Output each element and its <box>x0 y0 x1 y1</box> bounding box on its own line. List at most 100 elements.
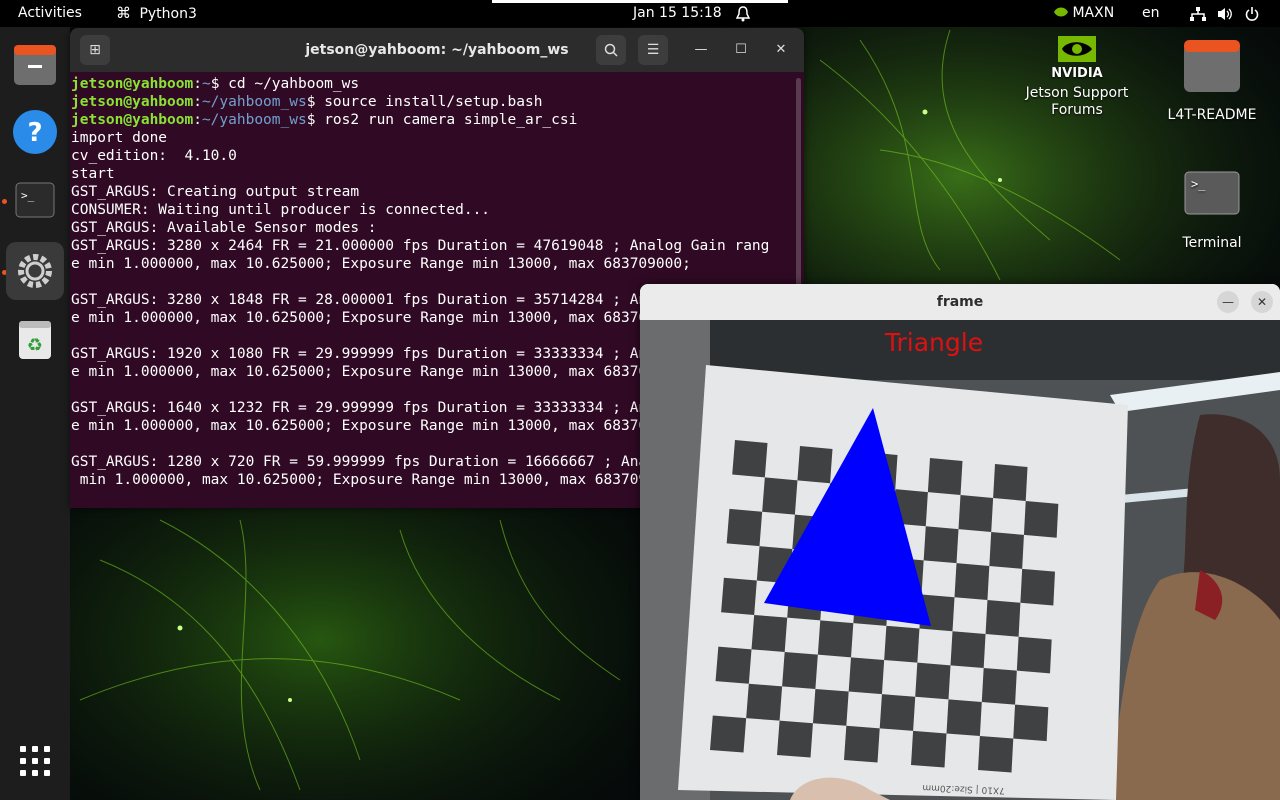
output-line: e min 1.000000, max 10.625000; Exposure … <box>71 256 691 272</box>
close-icon[interactable]: ✕ <box>771 40 791 60</box>
output-line: cv_edition: 4.10.0 <box>71 148 237 164</box>
app-grid-icon[interactable] <box>6 732 64 790</box>
checker-square <box>782 652 818 689</box>
checker-square <box>950 631 986 668</box>
desktop-icon-jetson-forums[interactable]: NVIDIA Jetson Support Forums <box>1018 34 1136 119</box>
checker-square <box>751 614 788 652</box>
checker-square <box>715 646 752 684</box>
prompt-line: jetson@yahboom:~/yahboom_ws$ ros2 run ca… <box>71 112 578 128</box>
checker-square <box>1016 636 1052 674</box>
checker-square <box>762 477 798 515</box>
checker-square <box>927 458 963 496</box>
terminal-titlebar[interactable]: ⊞ jetson@yahboom: ~/yahboom_ws ☰ — ☐ ✕ <box>70 28 804 72</box>
checker-square <box>844 725 880 763</box>
prompt-user: jetson@yahboom <box>71 94 194 110</box>
checker-square <box>911 730 947 768</box>
nvidia-logo-icon: NVIDIA <box>1051 36 1103 81</box>
checker-square <box>817 620 854 658</box>
trash-icon[interactable]: ♻ <box>6 311 64 369</box>
desktop-icon-label: L4T-README <box>1167 107 1257 123</box>
checker-square <box>915 662 951 700</box>
checker-square <box>884 625 920 663</box>
checker-square <box>993 464 1028 501</box>
output-line: import done <box>71 130 168 146</box>
prompt-user: jetson@yahboom <box>71 112 194 128</box>
checker-square <box>954 563 990 600</box>
files-icon[interactable] <box>6 37 64 95</box>
desktop-icon-label: Jetson Support <box>1025 85 1129 101</box>
bell-icon[interactable] <box>735 0 751 27</box>
checker-square <box>777 720 813 758</box>
shape-label: Triangle <box>884 328 983 357</box>
search-icon[interactable] <box>596 35 626 65</box>
hamburger-menu-icon[interactable]: ☰ <box>638 35 668 65</box>
prompt-user: jetson@yahboom <box>71 76 194 92</box>
power-mode-indicator[interactable]: MAXN <box>1054 0 1114 27</box>
checker-square <box>1020 568 1055 606</box>
checker-square <box>989 532 1024 569</box>
checker-square <box>985 600 1021 637</box>
frame-titlebar[interactable]: frame — ✕ <box>640 284 1280 321</box>
power-icon[interactable] <box>1245 0 1259 27</box>
volume-icon[interactable] <box>1217 0 1233 27</box>
output-line: GST_ARGUS: Available Sensor modes : <box>71 220 377 236</box>
checker-square <box>848 657 885 695</box>
checker-square <box>879 694 916 731</box>
minimize-icon[interactable]: — <box>1217 291 1239 313</box>
checker-square <box>710 715 747 753</box>
app-icon: ⌘ <box>116 4 131 22</box>
checker-square <box>732 440 768 478</box>
desktop-icon-l4t-readme[interactable]: L4T-README <box>1160 38 1264 124</box>
app-name: Python3 <box>139 6 197 22</box>
checker-square <box>812 688 849 726</box>
network-icon[interactable] <box>1190 0 1206 27</box>
camera-feed: 7X10 | Size:20mm Triangle <box>640 320 1280 800</box>
svg-text:>_: >_ <box>1191 177 1206 191</box>
svg-text:♻: ♻ <box>27 335 43 356</box>
checker-square <box>946 699 982 736</box>
checker-square <box>923 526 959 564</box>
output-line: start <box>71 166 115 182</box>
terminal-icon: >_ <box>1184 171 1240 215</box>
clock[interactable]: Jan 15 15:18 <box>633 0 722 27</box>
dock: ? >_ ♻ <box>0 27 70 800</box>
language-indicator[interactable]: en <box>1142 0 1160 27</box>
prompt-line: jetson@yahboom:~/yahboom_ws$ source inst… <box>71 94 543 110</box>
activities-button[interactable]: Activities <box>18 0 82 27</box>
checker-square <box>721 577 757 615</box>
desktop-icon-terminal[interactable]: >_ Terminal <box>1160 170 1264 252</box>
checker-square <box>746 683 783 721</box>
close-icon[interactable]: ✕ <box>1251 291 1273 313</box>
svg-text:NVIDIA: NVIDIA <box>1051 66 1102 80</box>
checker-square <box>797 446 833 484</box>
checker-square <box>981 668 1017 705</box>
prompt-path: ~/yahboom_ws <box>201 112 307 128</box>
app-menu[interactable]: ⌘ Python3 <box>116 0 197 27</box>
checker-square <box>1023 500 1059 538</box>
frame-window[interactable]: frame — ✕ 7X10 | Size:20mm Triangle <box>640 284 1280 800</box>
prompt-path: ~ <box>201 76 211 92</box>
prompt-path: ~/yahboom_ws <box>201 94 307 110</box>
help-icon[interactable]: ? <box>6 103 64 161</box>
svg-text:?: ? <box>27 118 42 148</box>
prompt-command: source install/setup.bash <box>324 94 543 110</box>
output-line: GST_ARGUS: 3280 x 2464 FR = 21.000000 fp… <box>71 238 770 254</box>
checker-square <box>958 495 994 532</box>
output-line: CONSUMER: Waiting until producer is conn… <box>71 202 491 218</box>
prompt-command: cd ~/yahboom_ws <box>228 76 360 92</box>
folder-icon <box>1184 40 1240 92</box>
svg-text:>_: >_ <box>21 189 35 202</box>
prompt-line: jetson@yahboom:~$ cd ~/yahboom_ws <box>71 76 360 92</box>
checker-square <box>1013 704 1049 742</box>
power-mode-label: MAXN <box>1072 5 1115 21</box>
frame-title: frame <box>936 294 984 310</box>
top-bar: Activities ⌘ Python3 Jan 15 15:18 MAXN e… <box>0 0 1280 27</box>
desktop-icon-label: Forums <box>1051 102 1103 118</box>
settings-icon[interactable] <box>6 242 64 300</box>
minimize-icon[interactable]: — <box>691 40 711 60</box>
maximize-icon[interactable]: ☐ <box>731 40 751 60</box>
output-line: GST_ARGUS: Creating output stream <box>71 184 360 200</box>
checker-square <box>978 736 1014 773</box>
terminal-icon[interactable]: >_ <box>6 171 64 229</box>
prompt-command: ros2 run camera simple_ar_csi <box>324 112 578 128</box>
